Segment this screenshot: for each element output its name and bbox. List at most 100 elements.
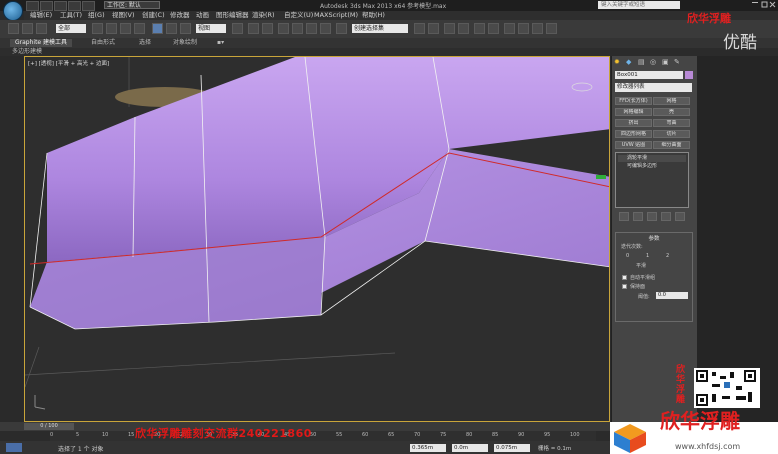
radio-0[interactable]: 0 xyxy=(626,253,629,259)
menu-rendering[interactable]: 渲染(R) xyxy=(252,11,275,20)
unlink-icon[interactable] xyxy=(22,23,33,34)
perspective-viewport[interactable]: [+] [透视] [平滑 + 高光 + 边面] xyxy=(24,56,610,422)
tab-selection[interactable]: 选择 xyxy=(134,39,156,47)
make-unique-icon[interactable] xyxy=(647,212,657,221)
selection-filter-dropdown[interactable]: 全部 xyxy=(56,24,86,33)
menu-animation[interactable]: 动画 xyxy=(196,11,209,20)
modifier-button[interactable]: FFD(长方体) xyxy=(615,97,652,105)
pin-stack-icon[interactable] xyxy=(619,212,629,221)
ad-banner-text: 欣华浮雕雕刻交流群240221860 xyxy=(135,427,312,440)
object-color-swatch[interactable] xyxy=(685,71,693,79)
y-coordinate-field[interactable]: 0.0m xyxy=(452,444,488,452)
menu-maxscript[interactable]: MAXScript(M) xyxy=(314,11,358,20)
app-menu-logo-icon[interactable] xyxy=(3,1,23,21)
scale-icon[interactable] xyxy=(180,23,191,34)
move-icon[interactable] xyxy=(152,23,163,34)
z-coordinate-field[interactable]: 0.075m xyxy=(494,444,530,452)
threshold-spinner[interactable]: 0.0 xyxy=(656,292,688,299)
render-production-icon[interactable] xyxy=(546,23,557,34)
rectangle-selection-icon[interactable] xyxy=(120,23,131,34)
mirror-icon[interactable] xyxy=(414,23,425,34)
graphite-toggle-icon[interactable] xyxy=(458,23,469,34)
modifier-button[interactable]: 网格 xyxy=(653,97,690,105)
save-file-icon[interactable] xyxy=(54,1,67,11)
remove-modifier-icon[interactable] xyxy=(661,212,671,221)
menu-graph-editors[interactable]: 图形编辑器 xyxy=(216,11,249,20)
tab-graphite-modeling[interactable]: Graphite 建模工具 xyxy=(10,39,73,47)
angle-snap-icon[interactable] xyxy=(292,23,303,34)
redo-icon[interactable] xyxy=(82,1,95,11)
hierarchy-tab-icon[interactable]: ▤ xyxy=(638,58,647,67)
new-file-icon[interactable] xyxy=(26,1,39,11)
bind-space-warp-icon[interactable] xyxy=(36,23,47,34)
tab-object-paint[interactable]: 对象绘制 xyxy=(168,39,202,47)
rendered-frame-icon[interactable] xyxy=(532,23,543,34)
object-name-field[interactable]: Box001 xyxy=(615,71,683,79)
material-editor-icon[interactable] xyxy=(504,23,515,34)
timeline-ticks[interactable]: 0 5 10 15 20 25 30 35 40 45 50 55 60 65 … xyxy=(50,431,596,441)
named-selection-dropdown[interactable]: 创建选择集 xyxy=(352,24,408,33)
menu-edit[interactable]: 编辑(E) xyxy=(30,11,52,20)
tab-freeform[interactable]: 自由形式 xyxy=(86,39,120,47)
snaps-toggle-icon[interactable] xyxy=(278,23,289,34)
workspace-dropdown[interactable]: 工作区: 默认 xyxy=(104,1,160,9)
schematic-view-icon[interactable] xyxy=(488,23,499,34)
modifier-button[interactable]: 切片 xyxy=(653,130,690,138)
undo-icon[interactable] xyxy=(68,1,81,11)
configure-sets-icon[interactable] xyxy=(675,212,685,221)
menu-help[interactable]: 帮助(H) xyxy=(362,11,385,20)
percent-snap-icon[interactable] xyxy=(306,23,317,34)
motion-tab-icon[interactable]: ◎ xyxy=(650,58,659,67)
align-icon[interactable] xyxy=(428,23,439,34)
menu-modifiers[interactable]: 修改器 xyxy=(170,11,190,20)
modifier-button[interactable]: 细分曲面 xyxy=(653,141,690,149)
keep-faces-checkbox[interactable] xyxy=(622,284,627,289)
viewport-canvas[interactable] xyxy=(25,57,610,422)
help-search-input[interactable]: 键入关键字或短语 xyxy=(598,1,680,9)
create-tab-icon[interactable]: ✹ xyxy=(614,58,623,67)
modifier-button[interactable]: 网格编辑 xyxy=(615,108,652,116)
x-coordinate-field[interactable]: 0.365m xyxy=(410,444,446,452)
menu-create[interactable]: 创建(C) xyxy=(142,11,165,20)
menu-views[interactable]: 视图(V) xyxy=(112,11,135,20)
pivot-center-icon[interactable] xyxy=(232,23,243,34)
modifier-button[interactable]: 挤出 xyxy=(615,119,652,127)
radio-2[interactable]: 2 xyxy=(666,253,669,259)
stack-item-turbosmooth[interactable]: 涡轮平滑 xyxy=(618,155,686,162)
brand-vertical-text: 欣华浮雕 xyxy=(676,365,686,405)
select-manipulate-icon[interactable] xyxy=(248,23,259,34)
select-object-icon[interactable] xyxy=(92,23,103,34)
modifier-button[interactable]: 四边形网格 xyxy=(615,130,652,138)
display-tab-icon[interactable]: ▣ xyxy=(662,58,671,67)
modifier-button[interactable]: 弯曲 xyxy=(653,119,690,127)
viewport-label[interactable]: [+] [透视] [平滑 + 高光 + 边面] xyxy=(28,59,109,67)
maxscript-listener-icon[interactable] xyxy=(6,443,22,452)
reference-coordinate-dropdown[interactable]: 视图 xyxy=(196,24,226,33)
auto-smooth-checkbox[interactable] xyxy=(622,275,627,280)
modifier-button[interactable]: UVW 贴图 xyxy=(615,141,652,149)
radio-1[interactable]: 1 xyxy=(646,253,649,259)
edit-named-selection-icon[interactable] xyxy=(336,23,347,34)
modifier-list-dropdown[interactable]: 修改器列表 xyxy=(615,83,692,92)
ribbon-options-icon[interactable]: ▪▾ xyxy=(212,39,229,47)
rollout-title[interactable]: 参数 xyxy=(616,234,692,242)
rotate-icon[interactable] xyxy=(166,23,177,34)
render-setup-icon[interactable] xyxy=(518,23,529,34)
menu-tools[interactable]: 工具(T) xyxy=(60,11,82,20)
show-end-result-icon[interactable] xyxy=(633,212,643,221)
select-link-icon[interactable] xyxy=(8,23,19,34)
spinner-snap-icon[interactable] xyxy=(320,23,331,34)
modifier-button[interactable]: 壳 xyxy=(653,108,690,116)
open-file-icon[interactable] xyxy=(40,1,53,11)
curve-editor-icon[interactable] xyxy=(474,23,485,34)
time-slider[interactable]: 0 / 100 xyxy=(24,423,74,430)
stack-item-editable-poly[interactable]: 可编辑多边形 xyxy=(618,163,686,170)
modify-tab-icon[interactable]: ◆ xyxy=(626,58,635,67)
select-by-name-icon[interactable] xyxy=(106,23,117,34)
menu-customize[interactable]: 自定义(U) xyxy=(284,11,313,20)
menu-group[interactable]: 组(G) xyxy=(88,11,105,20)
utilities-tab-icon[interactable]: ✎ xyxy=(674,58,683,67)
layer-manager-icon[interactable] xyxy=(444,23,455,34)
keyboard-shortcut-icon[interactable] xyxy=(262,23,273,34)
window-crossing-icon[interactable] xyxy=(134,23,145,34)
